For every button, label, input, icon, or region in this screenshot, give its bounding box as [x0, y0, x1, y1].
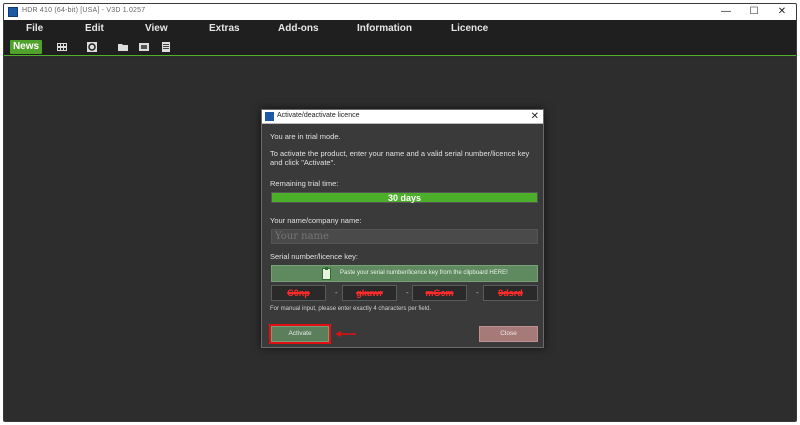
minimize-button[interactable]: — [712, 4, 740, 20]
serial-field-1[interactable]: C0np [271, 285, 326, 301]
clipboard-icon [322, 267, 331, 280]
menu-file[interactable]: File [26, 23, 43, 34]
serial-field-4[interactable]: 9dsrd [483, 285, 538, 301]
licence-dialog: Activate/deactivate licence ✕ You are in… [261, 109, 544, 348]
document-icon[interactable] [160, 41, 172, 53]
dialog-title-bar: Activate/deactivate licence ✕ [262, 110, 543, 124]
paste-serial-button[interactable]: Paste your serial number/licence key fro… [271, 265, 538, 282]
window-close-button[interactable]: ✕ [768, 4, 796, 20]
instructions-text: To activate the product, enter your name… [270, 149, 530, 167]
toolbar: News [4, 38, 796, 56]
annotation-arrow-icon [335, 331, 356, 337]
dialog-close-icon[interactable]: ✕ [531, 110, 539, 124]
app-title: HDR 410 (64-bit) [USA] - V3D 1.0257 [22, 7, 146, 14]
folder-icon[interactable] [117, 41, 129, 53]
news-button[interactable]: News [10, 40, 42, 54]
trial-progress-bar: 30 days [271, 192, 538, 203]
serial-separator: - [476, 288, 479, 297]
trial-mode-text: You are in trial mode. [270, 132, 341, 141]
activate-button[interactable]: Activate [269, 324, 331, 344]
close-button[interactable]: Close [479, 326, 538, 342]
serial-separator: - [335, 288, 338, 297]
serial-field-2[interactable]: gkuwr [342, 285, 397, 301]
trial-days-value: 30 days [387, 193, 422, 203]
film-icon[interactable] [56, 41, 68, 53]
paste-serial-label: Paste your serial number/licence key fro… [340, 270, 508, 276]
remaining-trial-label: Remaining trial time: [270, 179, 339, 188]
app-window: HDR 410 (64-bit) [USA] - V3D 1.0257 — ☐ … [3, 3, 797, 422]
name-input[interactable] [271, 229, 538, 244]
menu-licence[interactable]: Licence [451, 23, 488, 34]
menu-extras[interactable]: Extras [209, 23, 240, 34]
serial-label: Serial number/licence key: [270, 252, 358, 261]
menu-edit[interactable]: Edit [85, 23, 104, 34]
app-icon [8, 7, 18, 17]
serial-field-3[interactable]: mGcm [412, 285, 467, 301]
manual-input-hint: For manual input, please enter exactly 4… [270, 306, 432, 312]
name-label: Your name/company name: [270, 216, 362, 225]
menu-addons[interactable]: Add-ons [278, 23, 319, 34]
settings-circle-icon[interactable] [86, 41, 98, 53]
menu-bar: File Edit View Extras Add-ons Informatio… [4, 20, 796, 38]
dialog-title: Activate/deactivate licence [277, 112, 360, 119]
title-bar: HDR 410 (64-bit) [USA] - V3D 1.0257 — ☐ … [4, 4, 796, 20]
menu-information[interactable]: Information [357, 23, 412, 34]
dialog-app-icon [265, 112, 274, 121]
maximize-button[interactable]: ☐ [740, 4, 768, 20]
menu-view[interactable]: View [145, 23, 168, 34]
serial-separator: - [406, 288, 409, 297]
image-folder-icon[interactable] [138, 41, 150, 53]
